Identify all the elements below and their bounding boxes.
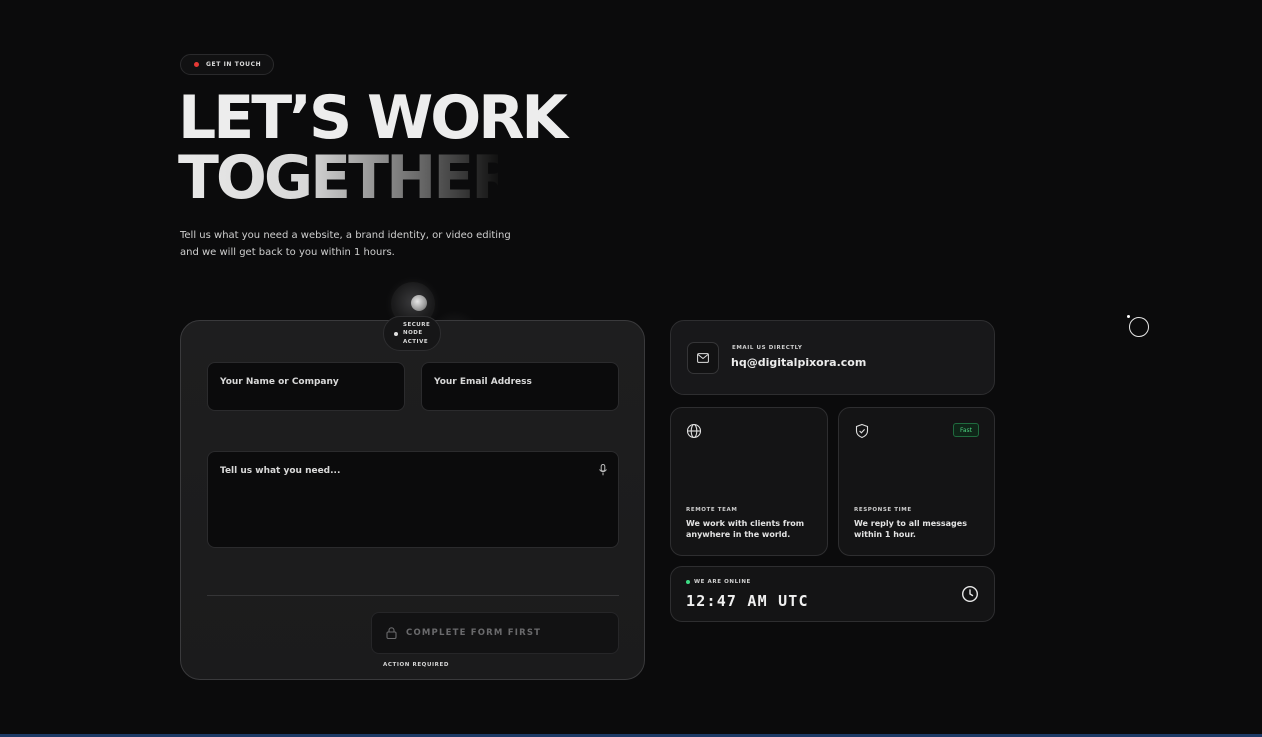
- secure-line-2: NODE: [403, 330, 423, 337]
- action-required-label: ACTION REQUIRED: [383, 662, 450, 668]
- globe-icon: [686, 423, 702, 439]
- name-placeholder: Your Name or Company: [220, 377, 339, 387]
- secure-dot: [394, 331, 398, 336]
- clock-icon: [961, 585, 979, 603]
- current-time: 12:47 AM UTC: [686, 592, 809, 610]
- name-field[interactable]: Your Name or Company: [207, 362, 405, 411]
- secure-node-pill: SECURE NODE ACTIVE: [383, 316, 441, 351]
- remote-team-card: REMOTE TEAM We work with clients from an…: [670, 407, 828, 556]
- message-field[interactable]: Tell us what you need...: [207, 451, 619, 548]
- badge-label: GET IN TOUCH: [206, 61, 262, 68]
- form-divider: [207, 595, 619, 596]
- response-time-label: RESPONSE TIME: [854, 507, 912, 513]
- page-title: LET’S WORK TOGETHER.: [178, 83, 568, 213]
- secure-line-3: ACTIVE: [403, 338, 429, 345]
- remote-team-label: REMOTE TEAM: [686, 507, 738, 513]
- secure-label: SECURE NODE ACTIVE: [403, 321, 430, 347]
- secure-line-1: SECURE: [403, 321, 431, 328]
- online-dot: [686, 580, 690, 584]
- intro-text: Tell us what you need a website, a brand…: [180, 230, 511, 258]
- knob-light: [411, 295, 427, 311]
- contact-page: GET IN TOUCH LET’S WORK TOGETHER. Tell u…: [0, 0, 1262, 737]
- title-line-2: TOGETHER.: [178, 143, 538, 213]
- submit-button[interactable]: COMPLETE FORM FIRST: [371, 612, 619, 654]
- online-label: WE ARE ONLINE: [694, 579, 751, 585]
- online-status-card: WE ARE ONLINE 12:47 AM UTC: [670, 566, 995, 622]
- mail-icon: [687, 342, 719, 374]
- lock-icon: [386, 627, 397, 639]
- get-in-touch-badge: GET IN TOUCH: [180, 54, 274, 75]
- status-dot: [194, 62, 199, 67]
- email-field[interactable]: Your Email Address: [421, 362, 619, 411]
- email-placeholder: Your Email Address: [434, 377, 532, 387]
- response-time-description: We reply to all messages within 1 hour.: [854, 519, 967, 539]
- fast-badge: Fast: [952, 423, 979, 437]
- email-label: EMAIL US DIRECTLY: [732, 345, 803, 351]
- microphone-icon[interactable]: [598, 464, 608, 476]
- cursor-dot: [1127, 315, 1130, 318]
- contact-form: Your Name or Company Your Email Address …: [180, 320, 645, 680]
- remote-team-description: We work with clients from anywhere in th…: [686, 519, 805, 539]
- response-time-card: Fast RESPONSE TIME We reply to all messa…: [838, 407, 995, 556]
- email-address-link[interactable]: hq@digitalpixora.com: [731, 356, 866, 369]
- title-line-1: LET’S WORK: [178, 83, 568, 153]
- message-placeholder: Tell us what you need...: [220, 466, 341, 476]
- shield-check-icon: [855, 423, 869, 439]
- submit-label: COMPLETE FORM FIRST: [406, 628, 542, 638]
- custom-cursor-ring: [1129, 317, 1149, 337]
- online-indicator: WE ARE ONLINE: [686, 579, 751, 585]
- email-card[interactable]: EMAIL US DIRECTLY hq@digitalpixora.com: [670, 320, 995, 395]
